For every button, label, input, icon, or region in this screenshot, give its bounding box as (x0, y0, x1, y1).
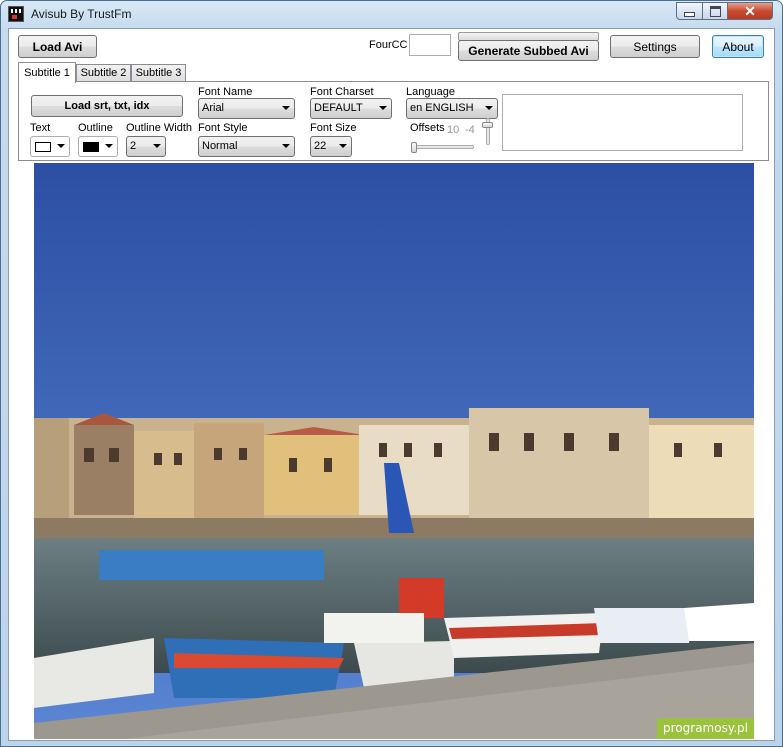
load-avi-button[interactable]: Load Avi (18, 35, 97, 58)
film-app-icon (8, 6, 24, 22)
generate-subbed-avi-button[interactable]: Generate Subbed Avi (458, 40, 599, 61)
fourcc-input[interactable] (409, 34, 451, 56)
text-color-label: Text (30, 122, 51, 134)
font-charset-select[interactable]: DEFAULT (310, 98, 392, 119)
chevron-down-icon (153, 144, 161, 148)
font-name-select[interactable]: Arial (198, 98, 295, 119)
chevron-down-icon (105, 144, 113, 148)
tab-subtitle-3[interactable]: Subtitle 3 (131, 64, 186, 81)
outline-width-value: 2 (130, 140, 137, 152)
minimize-button[interactable] (676, 2, 703, 20)
title-bar[interactable]: Avisub By TrustFm ✕ (1, 1, 782, 27)
language-label: Language (406, 86, 455, 98)
font-charset-value: DEFAULT (314, 102, 363, 114)
offset-x-value: 10 (447, 124, 460, 136)
chevron-down-icon (485, 106, 493, 110)
font-charset-label: Font Charset (310, 86, 374, 98)
font-size-value: 22 (314, 140, 327, 152)
maximize-button[interactable] (702, 2, 728, 20)
settings-button[interactable]: Settings (610, 35, 700, 58)
about-button[interactable]: About (712, 35, 764, 58)
font-style-select[interactable]: Normal (198, 136, 295, 157)
outline-width-label: Outline Width (126, 122, 193, 134)
outline-width-select[interactable]: 2 (126, 136, 166, 157)
font-size-label: Font Size (310, 122, 357, 134)
client-area: Load Avi FourCC Generate Subbed Avi Sett… (8, 28, 775, 741)
language-value: en ENGLISH (410, 102, 474, 114)
chevron-down-icon (339, 144, 347, 148)
text-color-swatch (35, 142, 51, 152)
font-style-value: Normal (202, 140, 238, 152)
font-style-label: Font Style (198, 122, 248, 134)
close-button[interactable]: ✕ (727, 2, 773, 20)
outline-color-label: Outline (78, 122, 113, 134)
minimize-icon (684, 11, 695, 17)
chevron-down-icon (57, 144, 65, 148)
offset-x-slider-thumb[interactable] (411, 142, 417, 153)
font-name-value: Arial (202, 102, 225, 114)
font-size-select[interactable]: 22 (310, 136, 352, 157)
chevron-down-icon (282, 144, 290, 148)
window-title: Avisub By TrustFm (31, 7, 132, 21)
offset-y-value: -4 (465, 124, 475, 136)
chevron-down-icon (282, 106, 290, 110)
load-subtitles-button[interactable]: Load srt, txt, idx (31, 95, 183, 117)
offset-x-slider-track[interactable] (412, 145, 474, 149)
subtitle-settings-panel: Load srt, txt, idx Text Outline Outline … (18, 81, 769, 161)
language-select[interactable]: en ENGLISH (406, 98, 498, 119)
harbor-preview-image (34, 163, 754, 739)
offsets-label: Offsets (410, 122, 445, 134)
outline-color-picker[interactable] (78, 136, 118, 157)
outline-color-swatch (83, 142, 99, 152)
app-window: Avisub By TrustFm ✕ Load Avi FourCC Gene… (0, 0, 783, 747)
maximize-icon (709, 5, 721, 17)
chevron-down-icon (379, 106, 387, 110)
font-name-label: Font Name (198, 86, 253, 98)
fourcc-label: FourCC (369, 39, 408, 51)
close-icon: ✕ (744, 2, 756, 19)
tab-subtitle-1[interactable]: Subtitle 1 (18, 62, 76, 83)
video-preview-image: programosy.pl (34, 163, 754, 739)
text-color-picker[interactable] (30, 136, 70, 157)
watermark-label: programosy.pl (657, 718, 754, 739)
offset-y-slider-thumb[interactable] (482, 122, 493, 128)
tab-subtitle-2[interactable]: Subtitle 2 (76, 64, 131, 81)
subtitle-preview-textbox[interactable] (502, 94, 743, 151)
